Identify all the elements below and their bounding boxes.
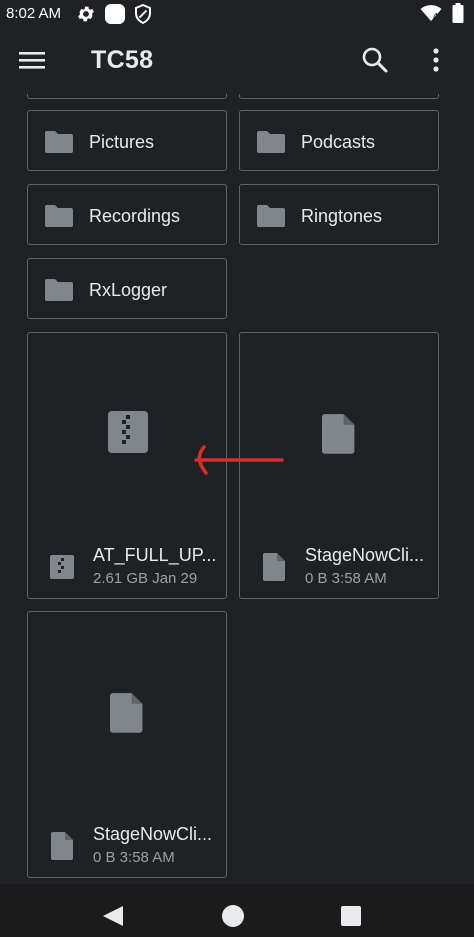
folder-icon: [45, 205, 73, 227]
folder-card-partial[interactable]: [27, 94, 227, 99]
folder-icon: [257, 131, 285, 153]
battery-icon: [452, 3, 464, 23]
file-meta: 0 B 3:58 AM: [305, 570, 387, 587]
folder-card-podcasts[interactable]: Podcasts: [239, 110, 439, 171]
settings-gear-icon: [78, 6, 94, 22]
folder-label: RxLogger: [89, 280, 168, 300]
search-icon[interactable]: [361, 46, 389, 74]
file-name: StageNowCli...: [305, 545, 425, 565]
file-meta: 0 B 3:58 AM: [93, 849, 175, 866]
file-card-stagenow-1[interactable]: StageNowCli... 0 B 3:58 AM: [239, 332, 439, 599]
folder-icon: [45, 279, 73, 301]
page-title: TC58: [91, 46, 154, 74]
menu-hamburger-icon[interactable]: [18, 46, 48, 76]
folder-label: Podcasts: [301, 132, 376, 152]
document-icon: [263, 553, 285, 581]
file-name: AT_FULL_UP...: [93, 545, 217, 565]
folder-label: Ringtones: [301, 206, 383, 226]
folder-icon: [45, 131, 73, 153]
folder-icon: [257, 205, 285, 227]
folder-card-pictures[interactable]: Pictures: [27, 110, 227, 171]
folder-label: Recordings: [89, 206, 181, 226]
document-icon: [51, 832, 73, 860]
folder-label: Pictures: [89, 132, 155, 152]
file-card-at-full-update[interactable]: AT_FULL_UP... 2.61 GB Jan 29: [27, 332, 227, 599]
shield-icon: [135, 4, 151, 24]
file-grid: Pictures Podcasts Recordings Ringtones R…: [0, 94, 474, 884]
status-bar: 8:02 AM 4: [0, 0, 474, 28]
file-card-stagenow-2[interactable]: StageNowCli... 0 B 3:58 AM: [27, 611, 227, 878]
folder-card-rxlogger[interactable]: RxLogger: [27, 258, 227, 319]
wifi-icon: 4: [420, 5, 442, 21]
folder-card-ringtones[interactable]: Ringtones: [239, 184, 439, 245]
file-meta: 2.61 GB Jan 29: [93, 570, 198, 587]
navigation-bar: [0, 884, 474, 937]
folder-card-recordings[interactable]: Recordings: [27, 184, 227, 245]
document-icon: [322, 414, 355, 454]
status-time: 8:02 AM: [6, 5, 62, 22]
more-options-icon[interactable]: [425, 46, 447, 74]
app-bar: TC58: [0, 28, 474, 94]
document-icon: [110, 693, 143, 733]
back-triangle-icon[interactable]: [101, 905, 125, 927]
home-circle-icon[interactable]: [221, 904, 245, 928]
app-notification-icon: [105, 4, 125, 24]
zip-file-icon: [50, 555, 74, 579]
svg-text:4: 4: [433, 12, 438, 21]
recents-square-icon[interactable]: [341, 906, 361, 926]
folder-card-partial[interactable]: [239, 94, 439, 99]
zip-file-icon: [108, 411, 148, 453]
file-name: StageNowCli...: [93, 824, 213, 844]
